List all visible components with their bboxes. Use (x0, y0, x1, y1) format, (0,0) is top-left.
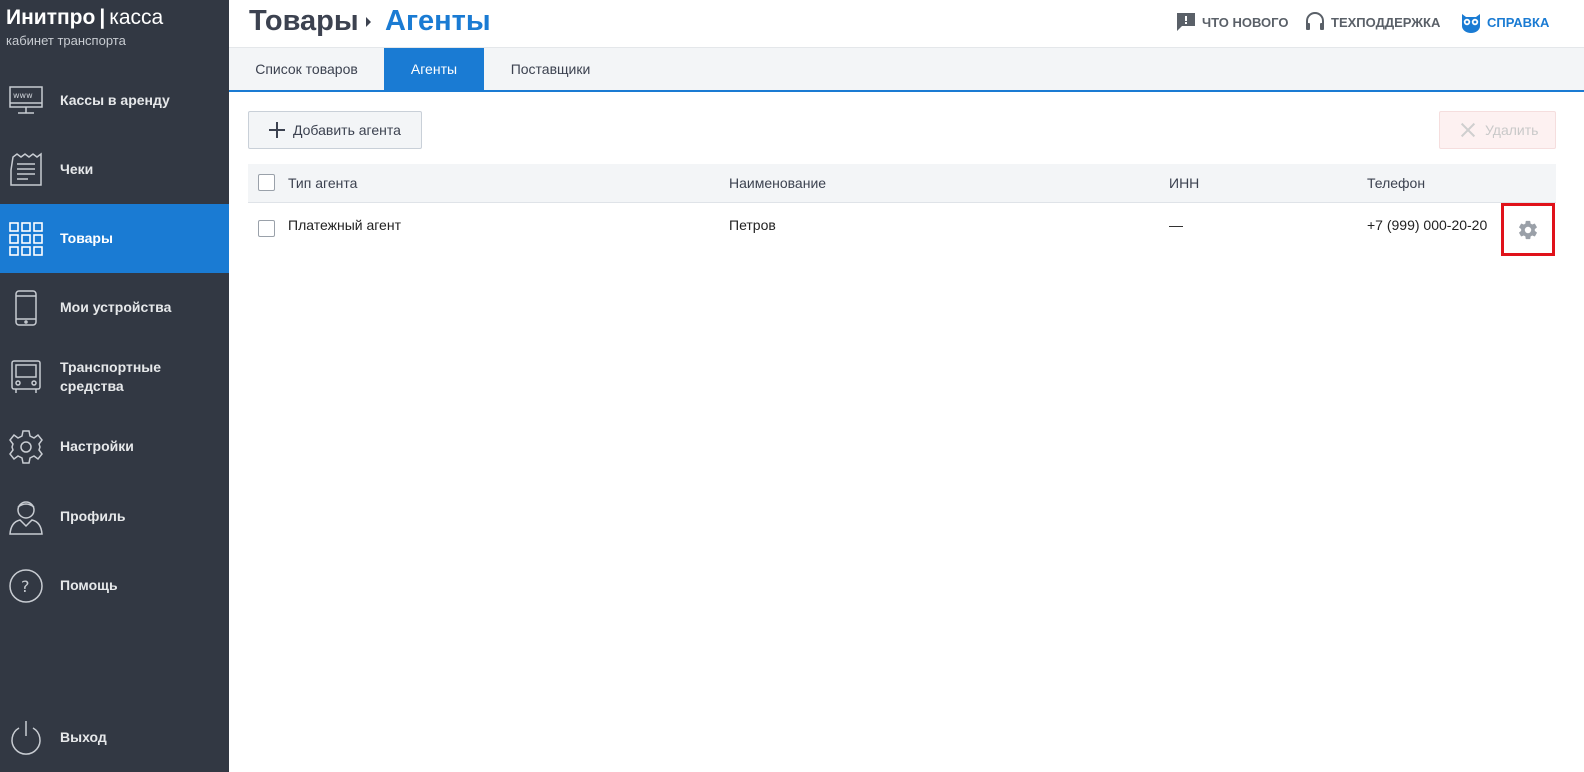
table-header: Тип агента Наименование ИНН Телефон (248, 164, 1556, 203)
page-title: Агенты (385, 5, 491, 37)
tab-products-list[interactable]: Список товаров (229, 48, 384, 90)
sidebar-item-devices[interactable]: Мои устройства (0, 273, 229, 342)
row-checkbox[interactable] (258, 220, 275, 237)
question-icon: ? (8, 568, 44, 604)
smartphone-icon (8, 289, 44, 326)
sidebar-item-label: Мои устройства (60, 299, 172, 315)
close-icon (1461, 123, 1475, 137)
sidebar-item-vehicles[interactable]: Транспортные средства (0, 342, 229, 411)
headset-icon (1306, 12, 1324, 30)
column-header-inn[interactable]: ИНН (1169, 175, 1199, 191)
delete-label: Удалить (1485, 122, 1539, 138)
add-agent-label: Добавить агента (293, 122, 401, 138)
cell-inn: — (1169, 217, 1183, 233)
sidebar-item-receipts[interactable]: Чеки (0, 135, 229, 204)
row-settings-button[interactable] (1501, 203, 1555, 256)
sidebar-item-label: Помощь (60, 577, 118, 593)
sidebar-item-rent[interactable]: www Кассы в аренду (0, 66, 229, 135)
brand-product: касса (109, 6, 164, 29)
sidebar-item-label: Профиль (60, 508, 126, 524)
monitor-www-icon: www (8, 83, 44, 119)
grid-icon (8, 221, 44, 257)
sidebar-item-label: Чеки (60, 161, 94, 177)
owl-icon (1462, 14, 1480, 33)
support-label: Техподдержка (1331, 14, 1441, 30)
tab-suppliers[interactable]: Поставщики (484, 48, 617, 90)
sidebar-item-label: Кассы в аренду (60, 92, 170, 108)
user-icon (8, 499, 44, 535)
delete-button[interactable]: Удалить (1439, 111, 1556, 149)
select-all-checkbox[interactable] (258, 174, 275, 191)
column-header-name[interactable]: Наименование (729, 175, 826, 191)
table-row[interactable]: Платежный агент Петров — +7 (999) 000-20… (248, 204, 1556, 252)
receipt-icon (8, 152, 44, 188)
announcement-icon (1177, 13, 1195, 31)
bus-icon (8, 359, 44, 395)
cell-agent-type: Платежный агент (288, 217, 401, 233)
breadcrumb-arrow-icon (366, 17, 371, 27)
svg-text:www: www (13, 91, 33, 100)
sidebar-item-label: Транспортные средства (60, 358, 162, 394)
sidebar-item-help[interactable]: ? Помощь (0, 551, 229, 620)
brand-subtitle: кабинет транспорта (6, 33, 126, 48)
sidebar-item-label: Настройки (60, 438, 134, 454)
page-header: Товары Агенты Что нового Техподдержка Сп… (229, 0, 1584, 48)
sidebar: Инитпро | касса кабинет транспорта www Кас… (0, 0, 229, 772)
gear-icon (8, 429, 44, 465)
sidebar-item-profile[interactable]: Профиль (0, 482, 229, 551)
column-header-phone[interactable]: Телефон (1367, 175, 1425, 191)
column-header-type[interactable]: Тип агента (288, 175, 357, 191)
svg-text:?: ? (21, 577, 30, 596)
help-link[interactable]: Справка (1460, 11, 1549, 33)
plus-icon (269, 122, 285, 138)
power-icon (8, 720, 44, 756)
cell-phone: +7 (999) 000-20-20 (1367, 217, 1488, 233)
sidebar-item-label: Выход (60, 729, 107, 745)
sidebar-item-settings[interactable]: Настройки (0, 412, 229, 481)
cell-agent-name: Петров (729, 217, 776, 233)
brand-name: Инитпро (6, 6, 96, 29)
brand-logo[interactable]: Инитпро | касса кабинет транспорта (6, 6, 163, 48)
gear-icon (1519, 220, 1537, 239)
sidebar-item-products[interactable]: Товары (0, 204, 229, 273)
add-agent-button[interactable]: Добавить агента (248, 111, 422, 149)
tab-bar: Список товаров Агенты Поставщики (229, 48, 1584, 92)
sidebar-item-logout[interactable]: Выход (0, 703, 229, 772)
tab-agents[interactable]: Агенты (384, 48, 484, 90)
support-link[interactable]: Техподдержка (1304, 11, 1440, 33)
help-label: Справка (1487, 14, 1550, 30)
breadcrumb-root[interactable]: Товары (249, 3, 359, 39)
whats-new-label: Что нового (1202, 14, 1289, 30)
sidebar-item-label: Товары (60, 230, 113, 246)
brand-separator: | (99, 6, 106, 29)
whats-new-link[interactable]: Что нового (1175, 11, 1288, 33)
